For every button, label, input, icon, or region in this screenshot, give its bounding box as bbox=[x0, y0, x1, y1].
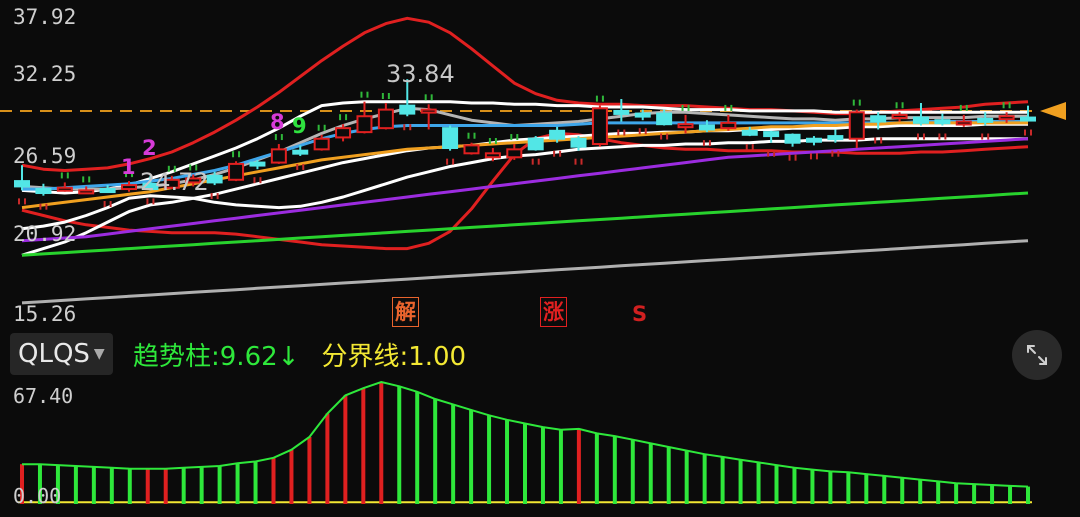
y-tick-label: 37.92 bbox=[13, 5, 77, 29]
sub-y-min-label: 0.00 bbox=[13, 484, 62, 508]
count-mark: 2 bbox=[142, 136, 157, 160]
signal-zhang: 涨 bbox=[540, 297, 567, 327]
candle bbox=[377, 102, 394, 130]
candle bbox=[720, 114, 737, 131]
indicator-name: QLQS bbox=[18, 339, 90, 369]
series-line bbox=[21, 239, 1029, 305]
indicator-chart[interactable] bbox=[0, 378, 1080, 517]
current-price-marker bbox=[1040, 101, 1066, 120]
count-mark: 8 bbox=[270, 110, 285, 134]
expand-arrows-icon bbox=[1027, 345, 1047, 365]
candle bbox=[506, 144, 523, 160]
y-tick-label: 32.25 bbox=[13, 62, 77, 86]
count-mark: 9 bbox=[292, 114, 307, 138]
candle bbox=[912, 102, 929, 126]
candle bbox=[527, 136, 544, 151]
indicator-readout: 趋势柱:9.62↓ 分界线:1.00 bbox=[133, 336, 466, 373]
y-tick-label: 20.92 bbox=[13, 222, 77, 246]
signal-jie: 解 bbox=[392, 297, 419, 327]
price-chart[interactable] bbox=[0, 0, 1080, 328]
candle bbox=[228, 161, 245, 182]
candle bbox=[848, 109, 865, 149]
candle bbox=[934, 113, 951, 126]
candle bbox=[463, 142, 480, 155]
y-tick-label: 15.26 bbox=[13, 302, 77, 326]
signal-sell: S bbox=[632, 302, 648, 326]
y-tick-label: 26.59 bbox=[13, 144, 77, 168]
count-mark: 1 bbox=[121, 155, 136, 179]
candle bbox=[270, 144, 287, 164]
candle bbox=[35, 183, 52, 196]
high-price-label: 33.84 bbox=[386, 60, 455, 88]
candle bbox=[805, 136, 822, 146]
candle bbox=[56, 182, 73, 192]
indicator-select[interactable]: QLQS ▼ bbox=[10, 333, 113, 375]
divider-value: 分界线:1.00 bbox=[321, 342, 467, 372]
chevron-down-icon: ▼ bbox=[93, 346, 105, 362]
sub-y-max-label: 67.40 bbox=[13, 384, 74, 408]
candle bbox=[356, 101, 373, 134]
low-price-label: 24.72 bbox=[140, 168, 209, 196]
candle bbox=[14, 165, 30, 191]
candle bbox=[442, 125, 459, 151]
trend-value: 趋势柱:9.62↓ bbox=[133, 342, 300, 372]
candle bbox=[784, 133, 801, 147]
expand-button[interactable] bbox=[1012, 330, 1062, 380]
candle bbox=[591, 105, 608, 147]
